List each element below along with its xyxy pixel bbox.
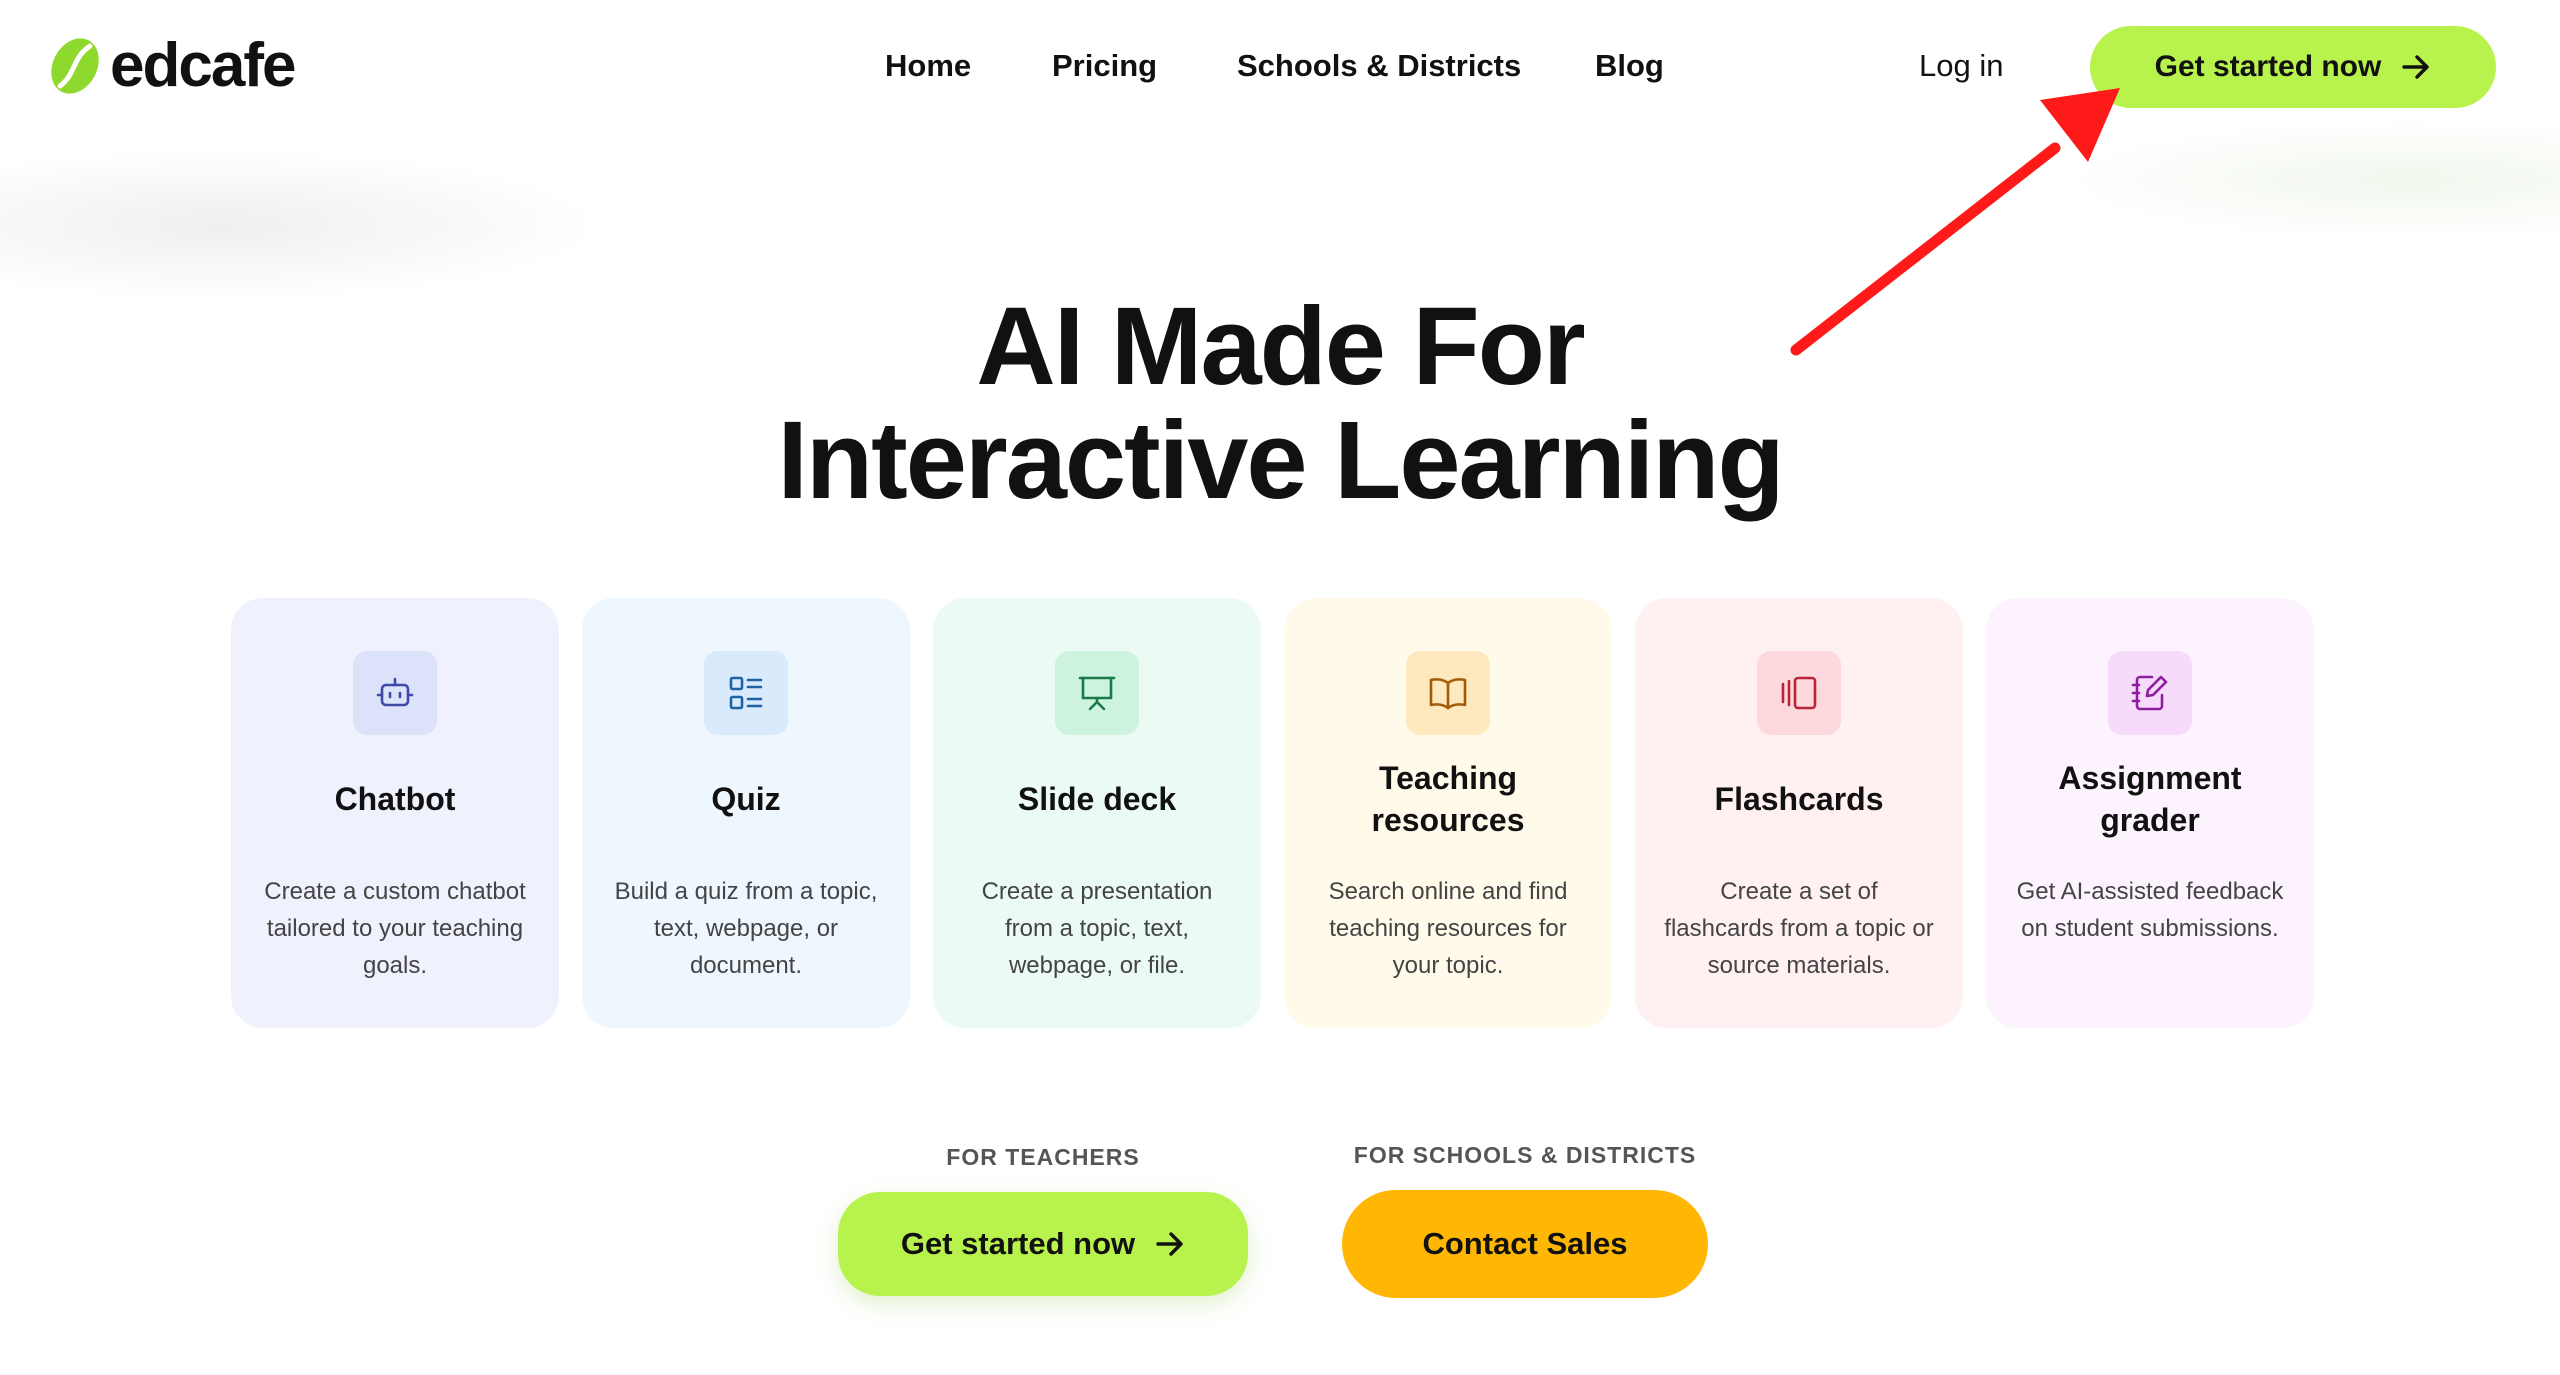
arrow-right-icon <box>2402 55 2430 79</box>
login-link[interactable]: Log in <box>1919 42 2003 90</box>
background-haze-left <box>0 150 600 300</box>
card-teaching-resources[interactable]: Teaching resources Search online and fin… <box>1284 598 1612 1028</box>
card-description: Build a quiz from a topic, text, webpage… <box>614 878 878 979</box>
nav-schools-districts[interactable]: Schools & Districts <box>1237 42 1521 90</box>
feature-cards: Chatbot Create a custom chatbot tailored… <box>231 598 2315 1028</box>
card-description: Create a presentation from a topic, text… <box>981 878 1213 979</box>
for-teachers-label: FOR TEACHERS <box>946 1144 1140 1170</box>
card-description: Create a custom chatbot tailored to your… <box>264 878 526 979</box>
card-chatbot[interactable]: Chatbot Create a custom chatbot tailored… <box>231 598 559 1028</box>
card-description: Get AI-assisted feedback on student subm… <box>2016 878 2284 942</box>
header-get-started-label: Get started now <box>2154 50 2382 83</box>
nav-pricing[interactable]: Pricing <box>1052 42 1157 90</box>
card-slide-deck[interactable]: Slide deck Create a presentation from a … <box>933 598 1261 1028</box>
logo-text: edcafe <box>110 31 296 100</box>
list-icon <box>704 651 788 735</box>
cards-icon <box>1757 651 1841 735</box>
card-description: Create a set of flashcards from a topic … <box>1664 878 1934 979</box>
robot-icon <box>353 651 437 735</box>
card-quiz[interactable]: Quiz Build a quiz from a topic, text, we… <box>582 598 910 1028</box>
teachers-get-started-label: Get started now <box>900 1226 1136 1261</box>
card-title: Quiz <box>711 781 781 817</box>
contact-sales-button[interactable]: Contact Sales <box>1342 1190 1708 1298</box>
nav-blog[interactable]: Blog <box>1595 42 1664 90</box>
card-title: Slide deck <box>1017 781 1177 817</box>
coffee-bean-icon <box>51 38 99 94</box>
card-title: Flashcards <box>1714 781 1884 817</box>
hero-title-line-1: AI Made For <box>976 285 1586 408</box>
card-title: Assignment grader <box>2058 760 2242 838</box>
card-title: Chatbot <box>334 781 456 817</box>
hero-title-line-2: Interactive Learning <box>777 399 1784 522</box>
for-schools-label: FOR SCHOOLS & DISTRICTS <box>1353 1142 1697 1168</box>
teachers-get-started-button[interactable]: Get started now <box>838 1192 1248 1296</box>
background-haze-right <box>2060 120 2560 240</box>
card-flashcards[interactable]: Flashcards Create a set of flashcards fr… <box>1635 598 1963 1028</box>
page: edcafe Home Pricing Schools & Districts … <box>0 0 2560 1375</box>
header-get-started-button[interactable]: Get started now <box>2090 26 2496 108</box>
card-assignment-grader[interactable]: Assignment grader Get AI-assisted feedba… <box>1986 598 2314 1028</box>
book-icon <box>1406 651 1490 735</box>
arrow-right-icon <box>1156 1232 1183 1256</box>
nav-home[interactable]: Home <box>885 42 971 90</box>
presentation-icon <box>1055 651 1139 735</box>
notebook-pen-icon <box>2108 651 2192 735</box>
card-description: Search online and find teaching resource… <box>1328 878 1568 979</box>
hero-title: AI Made For Interactive Learning <box>0 290 2560 518</box>
card-title: Teaching resources <box>1371 760 1525 838</box>
contact-sales-label: Contact Sales <box>1422 1226 1628 1261</box>
logo[interactable]: edcafe <box>46 31 296 100</box>
